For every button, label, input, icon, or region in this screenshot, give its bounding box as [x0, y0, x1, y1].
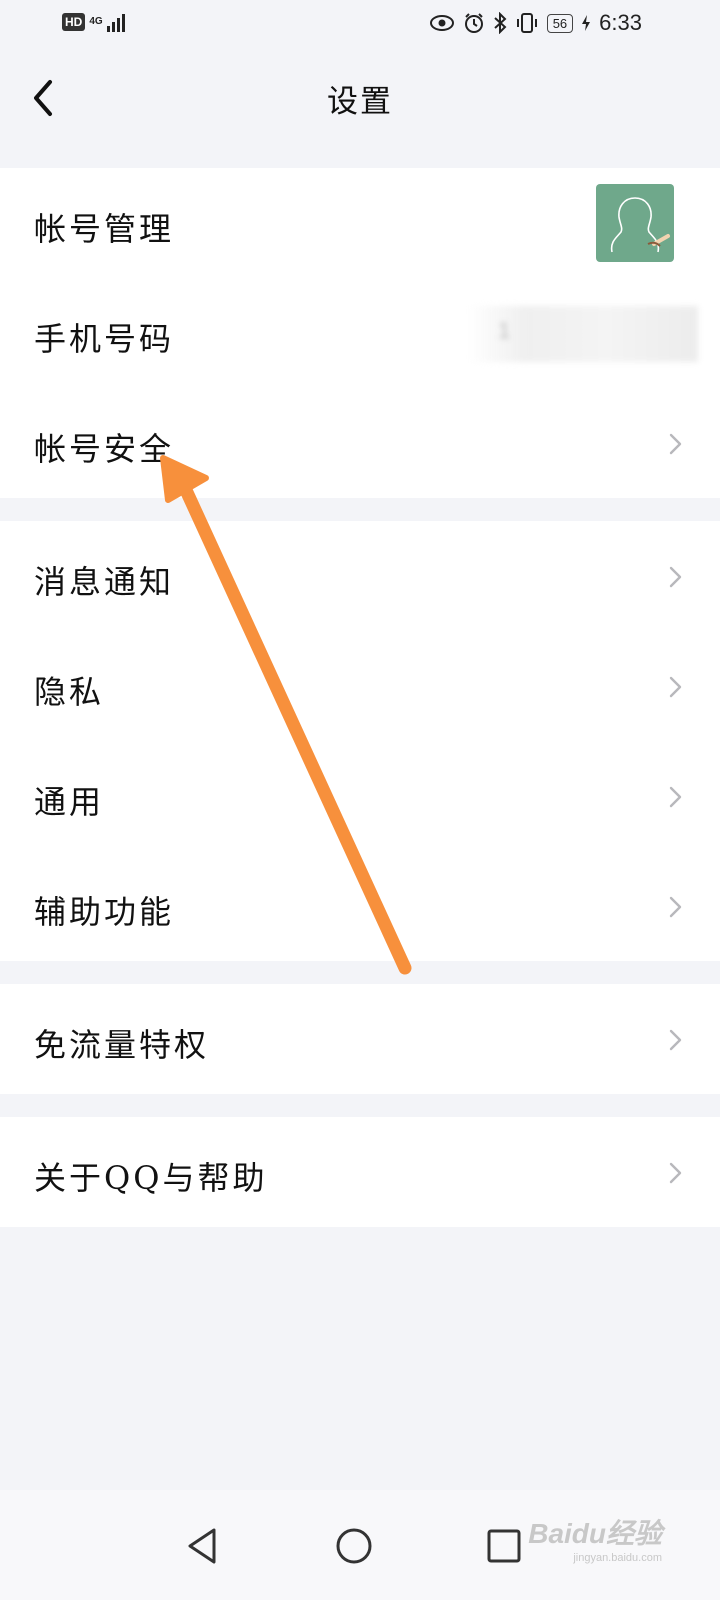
nav-back-button[interactable]: [182, 1524, 226, 1568]
account-group: 帐号管理 手机号码 1 帐号安全: [0, 168, 720, 498]
notifications-row[interactable]: 消息通知: [0, 521, 720, 631]
row-label: 通用: [34, 783, 105, 821]
preferences-group: 消息通知 隐私 通用 辅助功能: [0, 521, 720, 961]
chevron-right-icon: [669, 786, 682, 808]
bluetooth-icon: [493, 12, 507, 34]
row-label: 手机号码: [34, 320, 175, 358]
privacy-row[interactable]: 隐私: [0, 631, 720, 741]
chevron-right-icon: [669, 1162, 682, 1184]
status-bar: HD 4G 56 6:33: [0, 0, 720, 48]
page-title: 设置: [327, 84, 393, 120]
row-label: 辅助功能: [34, 893, 175, 931]
row-label: 帐号管理: [34, 210, 175, 248]
row-label: 消息通知: [34, 563, 175, 601]
general-row[interactable]: 通用: [0, 741, 720, 851]
baidu-watermark-url: jingyan.baidu.com: [573, 1552, 662, 1564]
triangle-back-icon: [188, 1528, 216, 1564]
hd-badge: HD: [62, 13, 86, 31]
chevron-right-icon: [669, 1029, 682, 1051]
row-label: 帐号安全: [34, 430, 175, 468]
data-free-group: 免流量特权: [0, 984, 720, 1094]
default-avatar-icon: [610, 197, 670, 253]
charging-icon: [581, 14, 591, 32]
phone-number-row[interactable]: 手机号码 1: [0, 278, 720, 388]
alarm-icon: [463, 12, 485, 34]
chevron-right-icon: [669, 566, 682, 588]
chevron-right-icon: [669, 433, 682, 455]
status-time: 6:33: [599, 10, 642, 35]
chevron-right-icon: [669, 676, 682, 698]
status-left: HD 4G: [62, 12, 126, 32]
nav-recents-button[interactable]: [482, 1524, 526, 1568]
network-type: 4G: [89, 16, 103, 27]
account-security-row[interactable]: 帐号安全: [0, 388, 720, 498]
baidu-watermark: Baidu经验: [528, 1518, 662, 1549]
phone-number-value: 1: [468, 306, 698, 362]
about-help-row[interactable]: 关于QQ与帮助: [0, 1117, 720, 1227]
top-bar: 设置: [0, 48, 720, 148]
data-free-privilege-row[interactable]: 免流量特权: [0, 984, 720, 1094]
nav-home-button[interactable]: [332, 1524, 376, 1568]
row-label: 关于QQ与帮助: [34, 1159, 268, 1197]
avatar: [596, 184, 674, 262]
about-group: 关于QQ与帮助: [0, 1117, 720, 1227]
row-label: 隐私: [34, 673, 105, 711]
square-recents-icon: [487, 1529, 521, 1563]
row-label: 免流量特权: [34, 1026, 210, 1064]
chevron-right-icon: [669, 896, 682, 918]
eye-icon: [429, 14, 455, 32]
signal-icon: [107, 12, 126, 32]
vibrate-icon: [515, 12, 539, 34]
battery-indicator: 56: [546, 13, 574, 33]
phone-number-text: 1: [498, 318, 511, 343]
accessibility-row[interactable]: 辅助功能: [0, 851, 720, 961]
circle-home-icon: [336, 1528, 372, 1564]
account-management-row[interactable]: 帐号管理: [0, 168, 720, 278]
status-right: 56 6:33: [429, 10, 642, 36]
